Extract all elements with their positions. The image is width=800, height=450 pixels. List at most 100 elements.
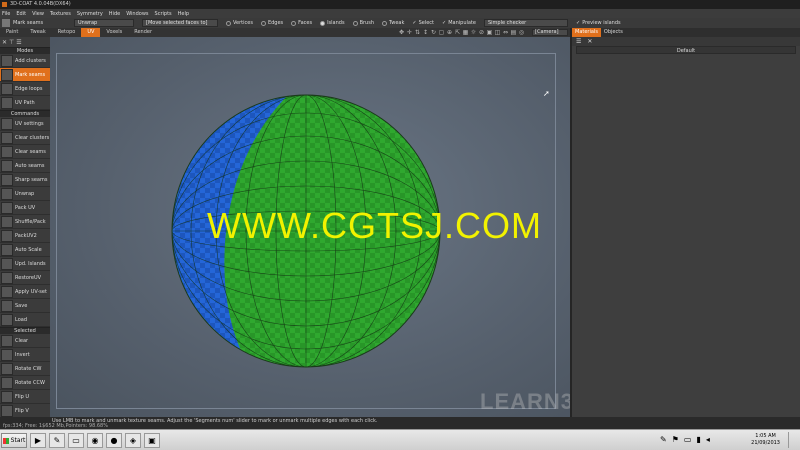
- commands-auto-seams[interactable]: Auto seams: [0, 159, 50, 173]
- pin-icon[interactable]: ⊤: [9, 39, 14, 46]
- show-desktop-button[interactable]: [788, 432, 798, 448]
- browser-icon[interactable]: ◉: [87, 433, 103, 448]
- menu-symmetry[interactable]: Symmetry: [77, 11, 103, 17]
- radio-tweak[interactable]: Tweak: [382, 20, 404, 26]
- selected-list: Clear Invert Rotate CW Rotate CCW Flip U Flip…: [0, 334, 50, 418]
- menu-file[interactable]: File: [2, 11, 10, 17]
- commands-load[interactable]: Load: [0, 313, 50, 327]
- selected-clear[interactable]: Clear: [0, 334, 50, 348]
- menu-help[interactable]: Help: [178, 11, 189, 17]
- monitor-icon[interactable]: ▭: [684, 435, 692, 444]
- axis-icon[interactable]: ⇅: [414, 29, 421, 36]
- commands-shuffle-pack[interactable]: Shuffle/Pack: [0, 215, 50, 229]
- flag-icon[interactable]: ⚑: [672, 435, 679, 444]
- pen-tool-icon[interactable]: ✎: [49, 433, 65, 448]
- preview-islands-checkbox[interactable]: ✓ Preview islands: [576, 20, 621, 26]
- selected-rotate-cw[interactable]: Rotate CW: [0, 362, 50, 376]
- tool-menu-icon[interactable]: ☰: [16, 39, 21, 46]
- close-icon[interactable]: ✕: [2, 39, 7, 46]
- radio-edges[interactable]: Edges: [260, 20, 283, 26]
- modes-add-clusters[interactable]: Add clusters: [0, 54, 50, 68]
- modes-mark-seams[interactable]: Mark seams: [0, 68, 50, 82]
- app-3dcoat-icon[interactable]: ●: [106, 433, 122, 448]
- perspective-icon[interactable]: ◫: [494, 29, 501, 36]
- manipulate-checkbox[interactable]: ✓ Manipulate: [442, 20, 476, 26]
- radio-vertices[interactable]: Vertices: [226, 20, 253, 26]
- commands-upd-islands[interactable]: Upd. Islands: [0, 257, 50, 271]
- apply-select[interactable]: [Move selected faces to]: [142, 19, 218, 27]
- selected-flip-v[interactable]: Flip V: [0, 404, 50, 418]
- screenshot-icon[interactable]: ▤: [510, 29, 517, 36]
- shading-select[interactable]: Simple checker: [483, 19, 568, 27]
- close-icon[interactable]: ✕: [587, 38, 592, 45]
- selected-header: Selected: [0, 327, 50, 334]
- menu-edit[interactable]: Edit: [16, 11, 26, 17]
- selected-rotate-ccw[interactable]: Rotate CCW: [0, 376, 50, 390]
- viewport[interactable]: WWW.CGTSJ.COM LEARN3dSOFTWARE.com ➚: [50, 37, 570, 417]
- modes-edge-loops[interactable]: Edge loops: [0, 82, 50, 96]
- settings-icon[interactable]: ◎: [518, 29, 525, 36]
- menu-hide[interactable]: Hide: [109, 11, 120, 17]
- tab-tweak[interactable]: Tweak: [24, 28, 51, 37]
- tab-voxels[interactable]: Voxels: [100, 28, 128, 37]
- network-icon[interactable]: ▮: [696, 435, 700, 444]
- paint-icon[interactable]: ▣: [144, 433, 160, 448]
- folder-icon[interactable]: ▭: [68, 433, 84, 448]
- commands-uv-settings[interactable]: UV settings: [0, 117, 50, 131]
- selected-flip-u[interactable]: Flip U: [0, 390, 50, 404]
- default-material[interactable]: Default: [576, 46, 796, 54]
- start-button[interactable]: Start: [1, 433, 27, 448]
- commands-packuv2[interactable]: PackUV2: [0, 229, 50, 243]
- radio-islands[interactable]: Islands: [320, 20, 345, 26]
- tab-materials[interactable]: Materials: [572, 28, 601, 37]
- checkmark-icon: ✓: [412, 20, 417, 26]
- mode-select[interactable]: Unwrap: [74, 19, 134, 27]
- select-checkbox[interactable]: ✓ Select: [412, 20, 434, 26]
- grid-icon[interactable]: ▦: [462, 29, 469, 36]
- commands-auto-scale[interactable]: Auto Scale: [0, 243, 50, 257]
- tab-objects[interactable]: Objects: [601, 28, 626, 37]
- materials-panel: ☰ ✕ Default: [572, 37, 800, 57]
- light-icon[interactable]: ☼: [470, 29, 477, 36]
- rotate-cw-icon: [1, 362, 13, 375]
- menu-scripts[interactable]: Scripts: [155, 11, 172, 17]
- recorder-icon[interactable]: ◈: [125, 433, 141, 448]
- symmetry-icon[interactable]: ⇔: [502, 29, 509, 36]
- media-player-icon[interactable]: ▶: [30, 433, 46, 448]
- wireframe-icon[interactable]: ▢: [438, 29, 445, 36]
- zoom-icon[interactable]: ⊕: [446, 29, 453, 36]
- rotate-icon[interactable]: ↻: [430, 29, 437, 36]
- select-icon[interactable]: ⇱: [454, 29, 461, 36]
- tab-uv[interactable]: UV: [81, 28, 101, 37]
- hide-icon[interactable]: ⊘: [478, 29, 485, 36]
- pen-icon[interactable]: ✎: [660, 435, 667, 444]
- radio-faces[interactable]: Faces: [291, 20, 312, 26]
- commands-clear-seams[interactable]: Clear seams: [0, 145, 50, 159]
- commands-header: Commands: [0, 110, 50, 117]
- commands-apply-uv-set[interactable]: Apply UV-set: [0, 285, 50, 299]
- commands-clear-clusters[interactable]: Clear clusters: [0, 131, 50, 145]
- commands-restoreuv[interactable]: RestoreUV: [0, 271, 50, 285]
- menu-textures[interactable]: Textures: [50, 11, 71, 17]
- commands-save[interactable]: Save: [0, 299, 50, 313]
- commands-sharp-seams[interactable]: Sharp seams: [0, 173, 50, 187]
- modes-uv-path[interactable]: UV Path: [0, 96, 50, 110]
- menu-view[interactable]: View: [32, 11, 44, 17]
- camera-select[interactable]: [Camera]: [532, 29, 568, 36]
- frame-icon[interactable]: ▣: [486, 29, 493, 36]
- transform-icon[interactable]: ✥: [398, 29, 405, 36]
- tab-paint[interactable]: Paint: [0, 28, 24, 37]
- pan-icon[interactable]: ↕: [422, 29, 429, 36]
- tab-render[interactable]: Render: [128, 28, 158, 37]
- tab-retopo[interactable]: Retopo: [52, 28, 82, 37]
- commands-unwrap[interactable]: Unwrap: [0, 187, 50, 201]
- clock[interactable]: 1:05 AM 21/09/2013: [751, 433, 780, 447]
- commands-pack-uv[interactable]: Pack UV: [0, 201, 50, 215]
- move-icon[interactable]: ✛: [406, 29, 413, 36]
- selected-invert[interactable]: Invert: [0, 348, 50, 362]
- menu-icon[interactable]: ☰: [576, 38, 581, 45]
- app-icon: [2, 2, 7, 7]
- radio-brush[interactable]: Brush: [352, 20, 374, 26]
- volume-icon[interactable]: ◂: [706, 435, 710, 444]
- menu-windows[interactable]: Windows: [126, 11, 148, 17]
